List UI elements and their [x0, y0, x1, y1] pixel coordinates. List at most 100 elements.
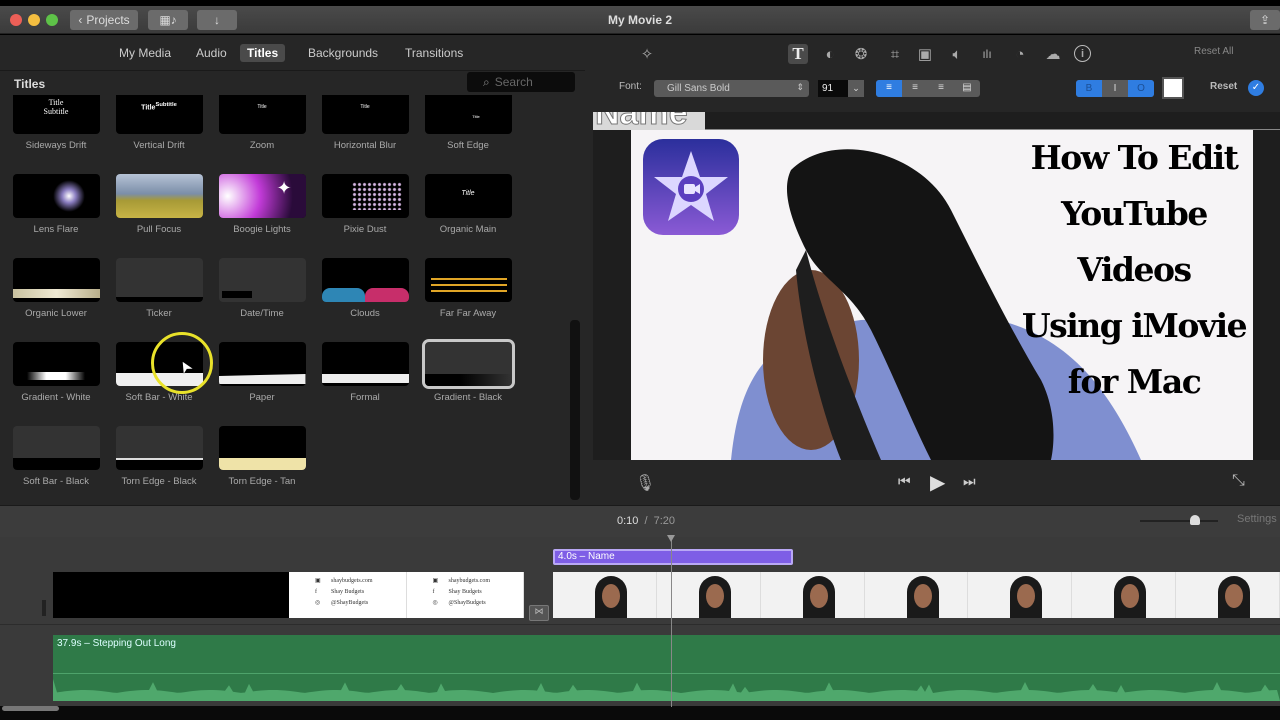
color-balance-icon[interactable]: ◐: [820, 44, 840, 64]
title-item-softedge[interactable]: Title Soft Edge: [423, 95, 513, 151]
italic-button[interactable]: I: [1102, 80, 1128, 97]
title-item-gradwhite[interactable]: Gradient - White: [11, 342, 101, 403]
tab-my-media[interactable]: My Media: [112, 44, 178, 62]
play-icon[interactable]: ▶: [930, 470, 945, 495]
title-thumbnail[interactable]: Title: [218, 95, 306, 134]
clip-filter-icon[interactable]: ☁: [1043, 44, 1063, 64]
title-item-ticker[interactable]: Ticker: [114, 258, 204, 319]
search-input[interactable]: ⌕ Search: [467, 72, 575, 92]
outline-button[interactable]: O: [1128, 80, 1154, 97]
window-titlebar: ‹ Projects ▦♪ ↓ My Movie 2 ⇪: [0, 6, 1280, 34]
title-item-organiclower[interactable]: Organic Lower: [11, 258, 101, 319]
social-card-clip[interactable]: ▣ shaybudgets.com f Shay Budgets ◎ @ShayBudge…: [289, 572, 524, 618]
title-thumbnail[interactable]: [321, 174, 409, 218]
equalizer-icon[interactable]: ılı: [977, 44, 997, 64]
title-item-boogie[interactable]: ✦ Boogie Lights: [217, 174, 307, 235]
title-item-clouds[interactable]: Clouds: [320, 258, 410, 319]
settings-button[interactable]: Settings: [1237, 513, 1277, 525]
title-item-softbarblack[interactable]: Soft Bar - Black: [11, 426, 101, 487]
video-clip[interactable]: [553, 572, 1280, 618]
apply-checkmark-icon[interactable]: ✓: [1248, 80, 1264, 96]
title-item-organicmain[interactable]: Title Organic Main: [423, 174, 513, 235]
title-thumbnail[interactable]: [12, 342, 100, 386]
title-item-tornblack[interactable]: Torn Edge - Black: [114, 426, 204, 487]
title-thumbnail[interactable]: TitleSubtitle: [12, 95, 100, 134]
font-size-dropdown[interactable]: ⌄: [848, 80, 864, 97]
title-thumbnail[interactable]: [12, 258, 100, 302]
title-item-lensflare[interactable]: Lens Flare: [11, 174, 101, 235]
title-item-farfaraway[interactable]: Far Far Away: [423, 258, 513, 319]
title-thumbnail[interactable]: [115, 174, 203, 218]
title-item-torntan[interactable]: Torn Edge - Tan: [217, 426, 307, 487]
title-item-gradblack[interactable]: Gradient - Black: [421, 339, 515, 403]
align-right-icon[interactable]: ≡: [928, 80, 954, 97]
skip-back-icon[interactable]: ⏮︎: [898, 473, 911, 490]
share-button[interactable]: ⇪: [1250, 10, 1280, 30]
title-thumbnail[interactable]: TitleSubtitle: [115, 95, 203, 134]
info-icon[interactable]: i: [1074, 45, 1091, 62]
timeline-header: 0:10 / 7:20 Settings: [0, 505, 1280, 537]
reset-all-button[interactable]: Reset All: [1194, 46, 1233, 57]
magic-wand-icon[interactable]: ✧: [637, 44, 657, 64]
stabilization-camera-icon[interactable]: ▣: [915, 44, 935, 64]
title-item-small[interactable]: Title Horizontal Blur: [320, 95, 410, 151]
timeline-scrollbar[interactable]: [0, 706, 1280, 720]
microphone-icon[interactable]: 🎙︎: [635, 473, 655, 493]
font-size-input[interactable]: 91: [818, 80, 848, 97]
crop-icon[interactable]: ⌗: [885, 44, 905, 64]
playhead[interactable]: [667, 535, 675, 707]
title-thumbnail[interactable]: [321, 342, 409, 386]
title-item-formal[interactable]: Formal: [320, 342, 410, 403]
title-item-datetime[interactable]: Date/Time: [217, 258, 307, 319]
title-thumbnail[interactable]: [12, 174, 100, 218]
color-palette-icon[interactable]: ❂: [851, 44, 871, 64]
fullscreen-expand-icon[interactable]: ⤡: [1232, 472, 1245, 490]
speed-gauge-icon[interactable]: ◔: [1010, 44, 1030, 64]
justify-icon[interactable]: ▤: [954, 80, 980, 97]
text-color-swatch[interactable]: [1162, 77, 1184, 99]
title-item-vertical[interactable]: TitleSubtitle Vertical Drift: [114, 95, 204, 151]
timeline-scroll-thumb[interactable]: [2, 706, 59, 711]
title-thumbnail[interactable]: [421, 339, 515, 389]
title-thumbnail[interactable]: [218, 426, 306, 470]
align-center-icon[interactable]: ≡: [902, 80, 928, 97]
title-thumbnail[interactable]: Title: [424, 174, 512, 218]
title-thumbnail[interactable]: [115, 426, 203, 470]
title-thumbnail[interactable]: ✦: [218, 174, 306, 218]
title-thumbnail[interactable]: [115, 258, 203, 302]
title-thumbnail[interactable]: [218, 342, 306, 386]
title-item-small[interactable]: Title Zoom: [217, 95, 307, 151]
title-item-pullfocus[interactable]: Pull Focus: [114, 174, 204, 235]
bold-button[interactable]: B: [1076, 80, 1102, 97]
transition-icon[interactable]: ⋈: [529, 605, 549, 621]
volume-icon[interactable]: 🔈︎: [947, 44, 967, 64]
title-clip[interactable]: 4.0s – Name: [553, 549, 793, 565]
title-thumbnail[interactable]: [321, 258, 409, 302]
video-frame-thumbnail: [968, 572, 1073, 618]
title-thumbnail[interactable]: Title: [321, 95, 409, 134]
title-thumbnail[interactable]: Title: [424, 95, 512, 134]
audio-clip[interactable]: 37.9s – Stepping Out Long: [53, 635, 1280, 701]
social-card-row: f Shay Budgets: [433, 587, 524, 598]
title-item-pixie[interactable]: Pixie Dust: [320, 174, 410, 235]
title-thumbnail[interactable]: [424, 258, 512, 302]
black-clip[interactable]: [53, 572, 289, 618]
align-left-icon[interactable]: ≡: [876, 80, 902, 97]
font-select[interactable]: Gill Sans Bold ⇕: [654, 80, 809, 97]
title-item-paper[interactable]: Paper: [217, 342, 307, 403]
timeline-zoom-slider[interactable]: [1140, 515, 1218, 525]
tab-titles[interactable]: Titles: [240, 44, 286, 62]
title-item-sideways[interactable]: Title Subtitle Sideways Drift: [11, 95, 101, 151]
title-thumbnail[interactable]: [12, 426, 100, 470]
zoom-slider-thumb[interactable]: [1189, 515, 1200, 525]
title-thumbnail[interactable]: [218, 258, 306, 302]
browser-scrollbar[interactable]: [570, 320, 580, 500]
clip-handle[interactable]: [42, 600, 46, 616]
text-tool-icon[interactable]: T: [788, 44, 808, 64]
skip-forward-icon[interactable]: ⏭︎: [963, 473, 976, 490]
reset-button[interactable]: Reset: [1210, 81, 1237, 92]
social-card: ▣ shaybudgets.com f Shay Budgets ◎ @ShayBudge…: [289, 572, 407, 618]
tab-transitions[interactable]: Transitions: [398, 44, 470, 62]
tab-backgrounds[interactable]: Backgrounds: [301, 44, 385, 62]
tab-audio[interactable]: Audio: [189, 44, 234, 62]
